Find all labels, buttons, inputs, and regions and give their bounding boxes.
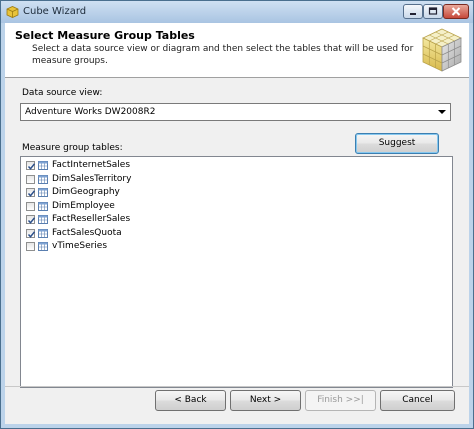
- minimize-icon: [410, 13, 416, 15]
- table-icon: [38, 188, 48, 197]
- checkbox-unchecked[interactable]: [26, 201, 35, 211]
- table-icon: [38, 228, 48, 238]
- measure-group-tables-label: Measure group tables:: [22, 143, 123, 153]
- title-bar[interactable]: Cube Wizard: [1, 1, 473, 23]
- checkmark-icon: [27, 163, 36, 170]
- data-source-view-label: Data source view:: [22, 88, 103, 98]
- cube-icon: [422, 28, 462, 72]
- checkbox-checked[interactable]: [26, 161, 36, 170]
- table-name: DimGeography: [52, 187, 120, 197]
- data-source-view-dropdown[interactable]: Adventure Works DW2008R2: [20, 103, 451, 121]
- checkbox-unchecked[interactable]: [26, 242, 35, 251]
- table-name: FactInternetSales: [52, 160, 131, 170]
- checkmark-icon: [27, 230, 36, 238]
- data-source-view-value: Adventure Works DW2008R2: [25, 107, 156, 117]
- checkbox-checked[interactable]: [26, 228, 36, 238]
- finish-button[interactable]: Finish >>|: [305, 390, 376, 411]
- next-button[interactable]: Next >: [230, 390, 301, 411]
- back-button[interactable]: < Back: [155, 390, 226, 411]
- suggest-button[interactable]: Suggest: [355, 133, 439, 154]
- table-icon: [38, 242, 48, 251]
- table-name: FactSalesQuota: [52, 227, 122, 238]
- table-name: DimSalesTerritory: [52, 173, 132, 184]
- maximize-icon: [428, 7, 438, 15]
- dropdown-arrow-icon: [438, 110, 446, 114]
- checkbox-unchecked[interactable]: [26, 174, 35, 184]
- window-title: Cube Wizard: [23, 6, 87, 17]
- table-icon: [38, 174, 48, 184]
- table-icon: [38, 201, 48, 211]
- close-icon: [451, 7, 461, 16]
- app-icon: [6, 6, 19, 18]
- wizard-body: Select Measure Group Tables Select a dat…: [5, 23, 469, 424]
- table-name: FactResellerSales: [52, 214, 131, 224]
- checkmark-icon: [27, 190, 36, 197]
- close-button[interactable]: [443, 4, 469, 19]
- wizard-header: Select Measure Group Tables Select a dat…: [5, 23, 469, 78]
- measure-group-tables-list[interactable]: FactInternetSales DimSalesTerritory DimGeo…: [20, 156, 453, 388]
- table-name: DimEmployee: [52, 200, 115, 211]
- checkbox-checked[interactable]: [26, 188, 36, 197]
- maximize-button[interactable]: [423, 4, 443, 19]
- table-name: vTimeSeries: [52, 241, 108, 251]
- cube-wizard-window: Cube Wizard Select Measure Group Tables …: [0, 0, 474, 429]
- checkmark-icon: [27, 217, 36, 224]
- table-icon: [38, 161, 48, 170]
- footer-separator: [5, 386, 469, 387]
- page-title: Select Measure Group Tables: [15, 29, 195, 42]
- page-description: Select a data source view or diagram and…: [32, 44, 414, 66]
- minimize-button[interactable]: [403, 4, 423, 19]
- table-icon: [38, 215, 48, 224]
- cancel-button[interactable]: Cancel: [380, 390, 455, 411]
- checkbox-checked[interactable]: [26, 215, 36, 224]
